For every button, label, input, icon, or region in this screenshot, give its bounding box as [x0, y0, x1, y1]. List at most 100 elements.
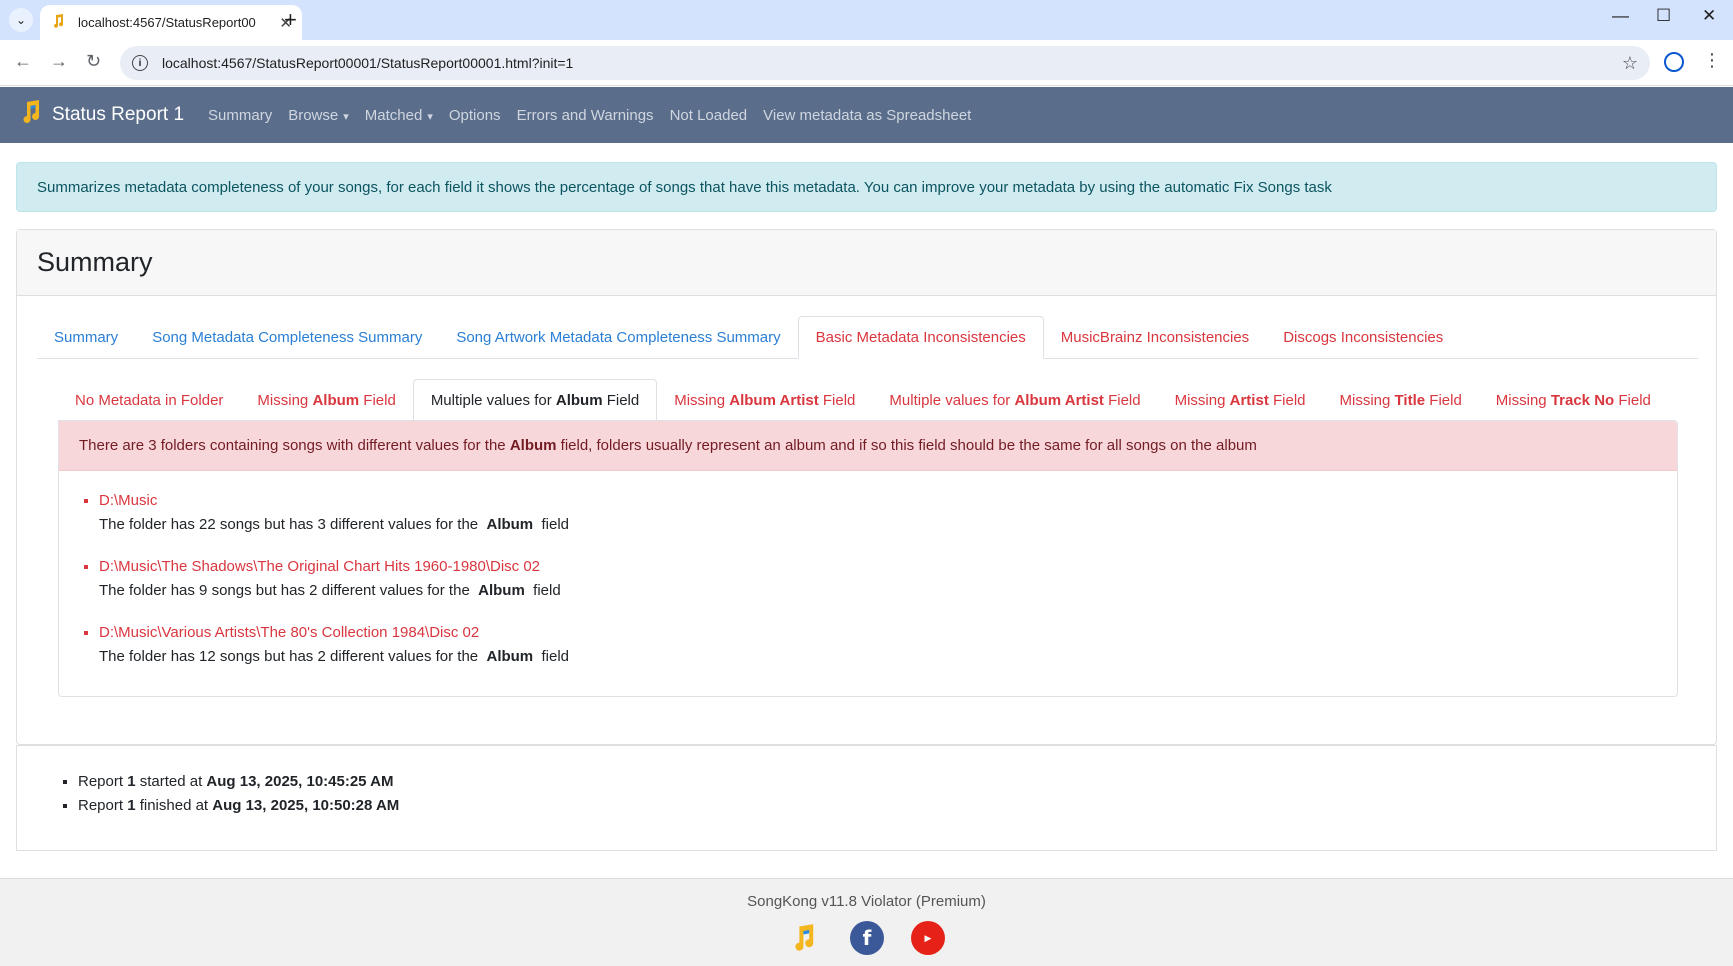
subtab-label-pre: Missing — [674, 391, 726, 409]
footer: SongKong v11.8 Violator (Premium) f ▶ — [0, 878, 1733, 966]
danger-alert-text-post: field, folders usually represent an albu… — [560, 437, 1257, 454]
nav-not-loaded[interactable]: Not Loaded — [670, 107, 748, 124]
report-finish-time: Aug 13, 2025, 10:50:28 AM — [212, 797, 400, 814]
browser-tab[interactable]: localhost:4567/StatusReport00 ✕ — [40, 5, 302, 40]
nav-browse-dropdown[interactable]: Browse — [288, 107, 349, 124]
subtab-multiple-album[interactable]: Multiple values for Album Field — [412, 379, 658, 420]
maximize-icon[interactable]: ☐ — [1656, 6, 1671, 26]
desc-pre: The folder has 12 songs but has 2 differ… — [99, 648, 483, 665]
report-mid: started at — [135, 773, 207, 790]
subtab-label-bold: Track No — [1550, 391, 1615, 409]
subtab-label-bold: Title — [1394, 391, 1426, 409]
menu-dots-icon[interactable]: ⋮ — [1703, 50, 1721, 71]
window-close-icon[interactable]: ✕ — [1702, 6, 1716, 26]
subtab-missing-track-no[interactable]: Missing Track No Field — [1479, 380, 1668, 420]
folder-description: The folder has 12 songs but has 2 differ… — [99, 645, 1677, 669]
brand-title: Status Report 1 — [52, 104, 185, 125]
subtab-label-post: Field — [606, 391, 640, 409]
reload-icon[interactable]: ↻ — [86, 51, 101, 72]
nav-spreadsheet[interactable]: View metadata as Spreadsheet — [763, 107, 971, 124]
subtab-multiple-album-artist[interactable]: Multiple values for Album Artist Field — [872, 380, 1157, 420]
tab-discogs-inconsistencies[interactable]: Discogs Inconsistencies — [1266, 316, 1460, 358]
info-alert: Summarizes metadata completeness of your… — [16, 162, 1717, 212]
report-pre: Report — [78, 797, 128, 814]
list-item: Report 1 started at Aug 13, 2025, 10:45:… — [78, 770, 1716, 794]
folder-link[interactable]: D:\Music — [99, 489, 1677, 513]
card-title: Summary — [37, 247, 153, 277]
subtab-missing-title[interactable]: Missing Title Field — [1323, 380, 1479, 420]
tab-artwork-metadata-completeness[interactable]: Song Artwork Metadata Completeness Summa… — [439, 316, 797, 358]
folder-description: The folder has 9 songs but has 2 differe… — [99, 579, 1677, 603]
app-navbar: Status Report 1 Summary Browse Matched O… — [0, 87, 1733, 143]
list-item: D:\Music\The Shadows\The Original Chart … — [99, 555, 1677, 603]
desc-pre: The folder has 9 songs but has 2 differe… — [99, 582, 474, 599]
desc-bold: Album — [478, 582, 525, 599]
subtab-label-post: Field — [1108, 391, 1141, 409]
desc-post: field — [537, 648, 570, 665]
nav-summary[interactable]: Summary — [208, 107, 272, 124]
subtab-label-pre: Missing — [257, 391, 309, 409]
folder-description: The folder has 22 songs but has 3 differ… — [99, 513, 1677, 537]
url-bar[interactable]: i localhost:4567/StatusReport00001/Statu… — [120, 46, 1650, 80]
subtab-label-bold: Album — [312, 391, 360, 409]
subtab-label-pre: Missing — [1174, 391, 1226, 409]
subtab-missing-artist[interactable]: Missing Artist Field — [1158, 380, 1323, 420]
nav-options[interactable]: Options — [449, 107, 501, 124]
profile-icon[interactable] — [1664, 52, 1684, 72]
folder-link[interactable]: D:\Music\The Shadows\The Original Chart … — [99, 555, 1677, 579]
footer-version: SongKong v11.8 Violator (Premium) — [747, 893, 986, 910]
subtab-label-pre: Multiple values for — [430, 391, 552, 409]
url-text[interactable]: localhost:4567/StatusReport00001/StatusR… — [162, 55, 1622, 71]
report-number: 1 — [127, 797, 136, 814]
tab-summary[interactable]: Summary — [37, 316, 135, 358]
tab-song-metadata-completeness[interactable]: Song Metadata Completeness Summary — [135, 316, 439, 358]
subtab-no-metadata-folder[interactable]: No Metadata in Folder — [58, 380, 240, 420]
tab-musicbrainz-inconsistencies[interactable]: MusicBrainz Inconsistencies — [1044, 316, 1266, 358]
desc-bold: Album — [486, 648, 534, 665]
facebook-icon[interactable]: f — [850, 921, 884, 955]
subtab-label-pre: Multiple values for — [889, 391, 1011, 409]
report-start-time: Aug 13, 2025, 10:45:25 AM — [206, 773, 394, 790]
songkong-note-icon — [18, 99, 44, 131]
nav-matched-dropdown[interactable]: Matched — [365, 107, 433, 124]
back-icon[interactable]: ← — [14, 51, 32, 72]
report-number: 1 — [127, 773, 136, 790]
danger-alert: There are 3 folders containing songs wit… — [59, 421, 1677, 471]
report-pre: Report — [78, 773, 128, 790]
danger-alert-text-bold: Album — [509, 437, 557, 454]
folder-link[interactable]: D:\Music\Various Artists\The 80's Collec… — [99, 621, 1677, 645]
forward-icon[interactable]: → — [50, 51, 68, 72]
new-tab-button[interactable]: + — [284, 8, 297, 32]
tab-search-button[interactable]: ⌄ — [9, 8, 33, 32]
folder-list: D:\Music The folder has 22 songs but has… — [59, 471, 1677, 669]
subtab-panel: There are 3 folders containing songs wit… — [58, 420, 1678, 697]
main-tabs: Summary Song Metadata Completeness Summa… — [37, 316, 1698, 359]
subtab-label-post: Field — [1618, 391, 1651, 409]
subtab-label-bold: Artist — [1229, 391, 1269, 409]
tab-basic-metadata-inconsistencies[interactable]: Basic Metadata Inconsistencies — [797, 316, 1044, 359]
report-timing-list: Report 1 started at Aug 13, 2025, 10:45:… — [17, 746, 1716, 818]
desc-bold: Album — [486, 516, 534, 533]
songkong-note-icon[interactable] — [787, 921, 821, 955]
subtab-missing-album[interactable]: Missing Album Field — [240, 380, 412, 420]
subtab-label-post: Field — [1429, 391, 1462, 409]
brand[interactable]: Status Report 1 — [18, 99, 184, 131]
chevron-down-icon: ⌄ — [15, 13, 27, 27]
sub-tabs: No Metadata in Folder Missing Album Fiel… — [58, 379, 1678, 420]
nav-errors-warnings[interactable]: Errors and Warnings — [517, 107, 654, 124]
bookmark-star-icon[interactable]: ☆ — [1622, 53, 1638, 74]
list-item: Report 1 finished at Aug 13, 2025, 10:50… — [78, 794, 1716, 818]
subtab-missing-album-artist[interactable]: Missing Album Artist Field — [657, 380, 872, 420]
songkong-note-icon — [50, 13, 68, 32]
desc-post: field — [537, 516, 570, 533]
subtab-label-post: Field — [1272, 391, 1306, 409]
subtab-label-post: Field — [363, 391, 396, 409]
tab-title: localhost:4567/StatusReport00 — [78, 15, 256, 30]
minimize-icon[interactable]: — — [1612, 6, 1629, 26]
site-info-icon[interactable]: i — [132, 55, 148, 71]
desc-pre: The folder has 22 songs but has 3 differ… — [99, 516, 483, 533]
youtube-icon[interactable]: ▶ — [911, 921, 945, 955]
card-header: Summary — [17, 230, 1716, 296]
report-mid: finished at — [135, 797, 213, 814]
subtab-label-post: Field — [822, 391, 856, 409]
